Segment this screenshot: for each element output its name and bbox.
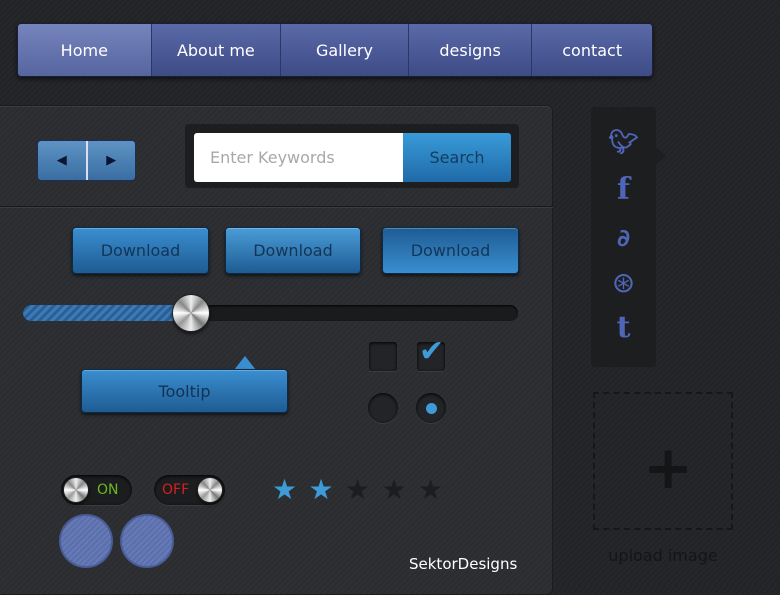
nav-about-me[interactable]: About me	[151, 24, 282, 76]
toggle-knob	[197, 477, 223, 503]
download-button-1[interactable]: Download	[72, 227, 209, 274]
rating-star-3[interactable]: ★	[345, 476, 370, 504]
plus-icon: +	[643, 433, 694, 503]
triangle-left-icon: ◀	[56, 153, 67, 168]
tooltip: Tooltip	[81, 369, 288, 413]
upload-label: upload image	[608, 546, 718, 565]
radio-dot	[425, 402, 437, 414]
search-button[interactable]: Search	[403, 133, 511, 182]
nav-home[interactable]: Home	[18, 24, 152, 76]
deviantart-icon[interactable]: ∂	[591, 224, 656, 252]
pager-buttons: ◀ ▶	[37, 140, 136, 181]
radio-selected[interactable]	[416, 393, 446, 423]
radio-unselected[interactable]	[368, 393, 398, 423]
toggle-on-label: ON	[97, 482, 119, 498]
checkbox-unchecked[interactable]	[369, 342, 397, 371]
slider-track[interactable]	[23, 305, 518, 321]
checkbox-checked[interactable]: ✔	[417, 334, 445, 371]
rating-star-4[interactable]: ★	[382, 476, 407, 504]
nav-designs[interactable]: designs	[408, 24, 533, 76]
divider	[0, 206, 553, 208]
checkmark-icon: ✔	[419, 334, 445, 369]
toggle-off[interactable]: OFF	[154, 475, 225, 505]
tooltip-arrow	[234, 356, 256, 370]
download-button-2[interactable]: Download	[225, 227, 361, 274]
next-button[interactable]: ▶	[88, 141, 136, 180]
slider-fill	[23, 305, 192, 321]
download-button-3[interactable]: Download	[382, 227, 519, 274]
prev-button[interactable]: ◀	[38, 141, 88, 180]
rating-star-1[interactable]: ★	[272, 476, 297, 504]
twitter-icon[interactable]: 🐦︎	[591, 128, 656, 156]
rating-star-5[interactable]: ★	[418, 476, 443, 504]
rating-star-2[interactable]: ★	[309, 476, 334, 504]
dribbble-icon[interactable]: ⊛	[591, 266, 656, 299]
toggle-on[interactable]: ON	[61, 475, 132, 505]
badge-2	[122, 516, 172, 566]
nav-gallery[interactable]: Gallery	[281, 24, 409, 76]
social-pointer	[656, 147, 666, 165]
nav-contact[interactable]: contact	[532, 24, 652, 76]
facebook-icon[interactable]: f	[591, 172, 656, 207]
main-nav: Home About me Gallery designs contact	[17, 23, 653, 77]
toggle-off-label: OFF	[162, 482, 190, 498]
brand-label: SektorDesigns	[409, 555, 518, 573]
badge-1	[61, 516, 111, 566]
triangle-right-icon: ▶	[106, 153, 117, 168]
toggle-knob	[63, 477, 89, 503]
tumblr-icon[interactable]: t	[591, 310, 656, 345]
search-input[interactable]	[194, 133, 404, 182]
